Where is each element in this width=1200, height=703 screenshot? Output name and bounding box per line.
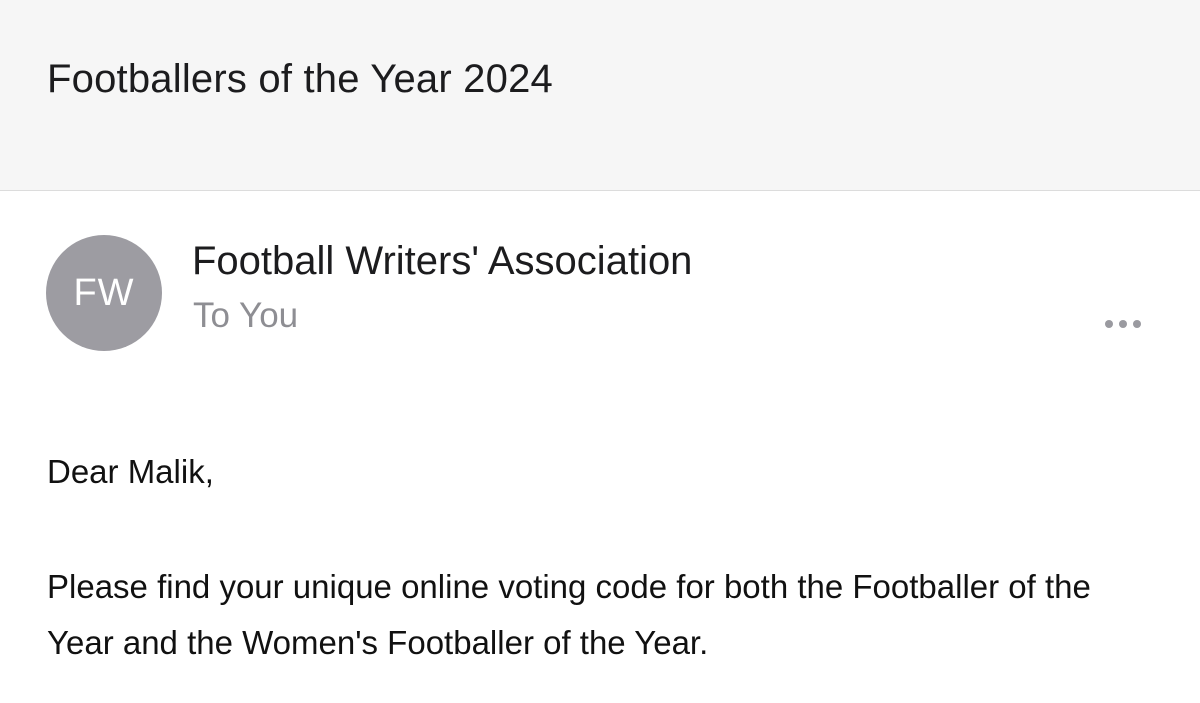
more-horizontal-icon-dot <box>1119 320 1127 328</box>
recipient-line[interactable]: To You <box>193 294 298 338</box>
email-greeting: Dear Malik, <box>47 453 214 490</box>
more-horizontal-icon-dot <box>1133 320 1141 328</box>
more-horizontal-icon <box>1105 320 1113 328</box>
email-subject: Footballers of the Year 2024 <box>47 57 553 101</box>
more-options-button[interactable] <box>1098 310 1148 338</box>
subject-header: Footballers of the Year 2024 <box>0 0 1200 191</box>
avatar-initials: FW <box>73 271 135 314</box>
sender-name[interactable]: Football Writers' Association <box>192 236 692 286</box>
email-body-paragraph: Please find your unique online voting co… <box>47 568 1091 661</box>
sender-avatar[interactable]: FW <box>46 235 162 351</box>
